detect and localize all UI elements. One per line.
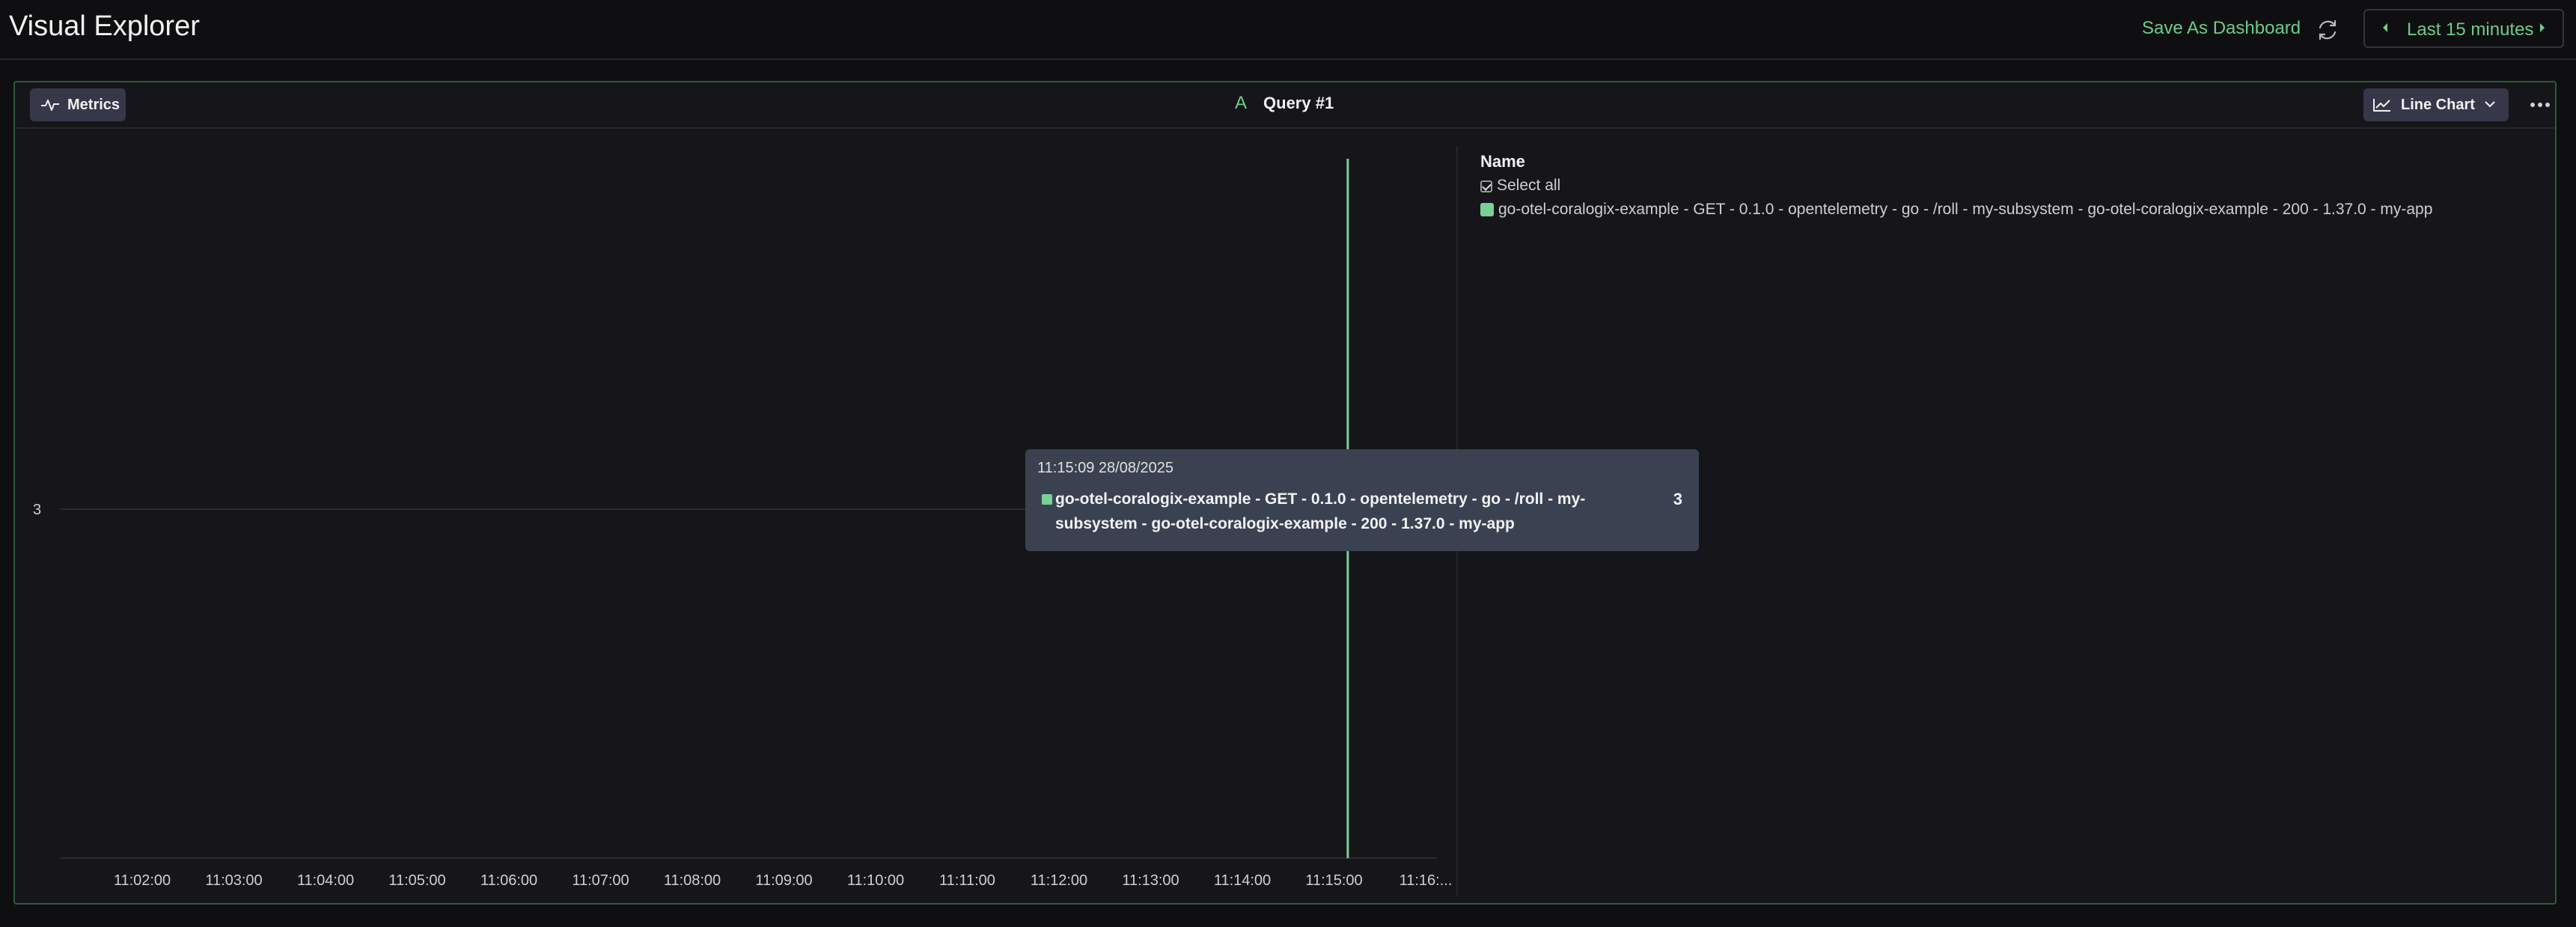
x-tick-label: 11:13:00 [1122, 872, 1179, 889]
top-bar: Visual Explorer Save As Dashboard Last 1… [0, 0, 2576, 60]
x-tick-label: 11:02:00 [114, 872, 171, 889]
metrics-button[interactable]: Metrics [30, 88, 126, 121]
query-panel: Metrics A Query #1 Line Chart 3 11:02:00 11… [13, 81, 2557, 905]
legend-series-name: go-otel-coralogix-example - GET - 0.1.0 … [1498, 201, 2433, 218]
x-tick-label: 11:06:00 [480, 872, 537, 889]
query-letter: A [1235, 93, 1248, 113]
select-all-label: Select all [1497, 177, 1561, 194]
chart-tooltip: 11:15:09 28/08/2025 go-otel-coralogix-ex… [1025, 449, 1699, 551]
x-tick-label: 11:10:00 [847, 872, 904, 889]
x-tick-label: 11:08:00 [664, 872, 721, 889]
checkbox-checked-icon [1480, 180, 1492, 192]
x-tick-label: 11:04:00 [297, 872, 354, 889]
more-options-icon[interactable] [2527, 91, 2554, 118]
legend: Name Select all go-otel-coralogix-exampl… [1480, 150, 2432, 222]
save-as-dashboard-button[interactable]: Save As Dashboard [2142, 18, 2301, 39]
chart-type-dropdown[interactable]: Line Chart [2363, 88, 2509, 121]
time-range-picker[interactable]: Last 15 minutes [2363, 9, 2564, 48]
tooltip-series-swatch [1042, 494, 1052, 505]
x-tick-label: 11:09:00 [755, 872, 812, 889]
x-tick-label: 11:05:00 [388, 872, 445, 889]
time-range-label: Last 15 minutes [2407, 19, 2534, 40]
chevron-down-icon [2485, 101, 2495, 108]
legend-header: Name [1480, 152, 1525, 171]
x-tick-label: 11:11:00 [939, 872, 995, 889]
chart-type-label: Line Chart [2401, 97, 2475, 113]
x-tick-label: 11:14:00 [1214, 872, 1271, 889]
refresh-icon[interactable] [2313, 15, 2342, 45]
line-chart-icon [2373, 99, 2390, 112]
query-name: Query #1 [1263, 94, 1334, 112]
y-tick-label: 3 [33, 502, 41, 518]
legend-item[interactable]: go-otel-coralogix-example - GET - 0.1.0 … [1480, 198, 2432, 222]
metrics-label: Metrics [67, 97, 120, 113]
x-tick-label: 11:03:00 [205, 872, 262, 889]
chevron-left-icon[interactable] [2380, 19, 2390, 36]
x-tick-label: 11:12:00 [1031, 872, 1087, 889]
series-color-swatch [1480, 203, 1494, 216]
tooltip-time: 11:15:09 28/08/2025 [1037, 460, 1174, 476]
panel-header: Metrics A Query #1 Line Chart [15, 82, 2555, 129]
select-all-checkbox[interactable]: Select all [1480, 174, 2432, 198]
chevron-right-icon[interactable] [2537, 19, 2548, 36]
x-tick-label: 11:15:00 [1305, 872, 1362, 889]
page-title: Visual Explorer [9, 10, 200, 42]
tooltip-series-name: go-otel-coralogix-example - GET - 0.1.0 … [1055, 490, 1586, 532]
query-title: A Query #1 [1235, 93, 1334, 114]
x-tick-label: 11:16:... [1400, 872, 1452, 889]
tooltip-value: 3 [1673, 490, 1682, 508]
x-tick-label: 11:07:00 [572, 872, 629, 889]
activity-icon [41, 100, 59, 111]
